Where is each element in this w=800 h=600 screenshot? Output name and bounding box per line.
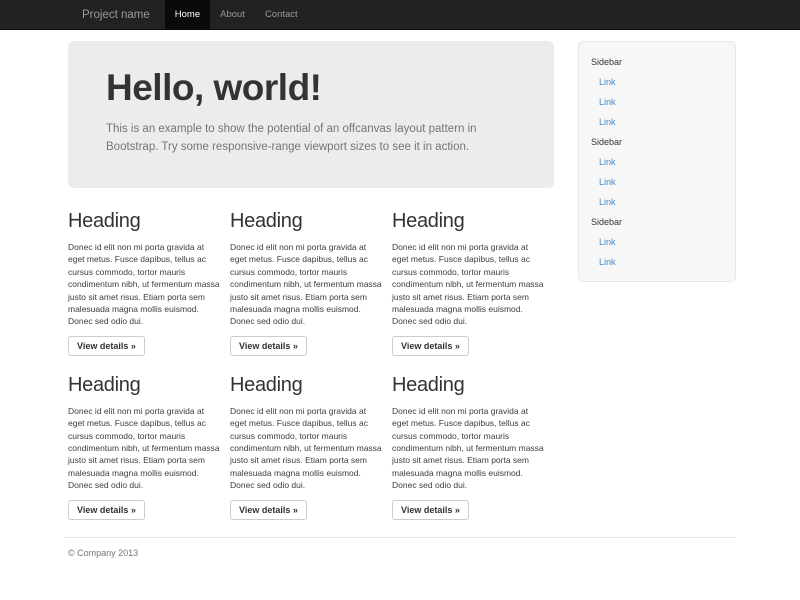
card: Heading Donec id elit non mi porta gravi… <box>68 374 230 520</box>
page-container: Hello, world! This is an example to show… <box>64 41 736 558</box>
navbar-nav: Home About Contact <box>165 0 308 29</box>
card-body-text: Donec id elit non mi porta gravida at eg… <box>392 405 544 492</box>
card: Heading Donec id elit non mi porta gravi… <box>68 210 230 356</box>
view-details-button[interactable]: View details » <box>68 500 145 520</box>
card-heading: Heading <box>392 374 544 397</box>
sidebar-link[interactable]: Link <box>591 112 723 132</box>
sidebar-link[interactable]: Link <box>591 72 723 92</box>
cards-row-1: Heading Donec id elit non mi porta gravi… <box>68 210 554 356</box>
card-heading: Heading <box>392 210 544 233</box>
card-body-text: Donec id elit non mi porta gravida at eg… <box>392 241 544 328</box>
sidebar-link[interactable]: Link <box>591 152 723 172</box>
card-body-text: Donec id elit non mi porta gravida at eg… <box>68 241 220 328</box>
card-heading: Heading <box>230 374 382 397</box>
card-heading: Heading <box>230 210 382 233</box>
nav-item-contact[interactable]: Contact <box>255 0 308 29</box>
card: Heading Donec id elit non mi porta gravi… <box>392 210 554 356</box>
sidebar-link[interactable]: Link <box>591 232 723 252</box>
card-body-text: Donec id elit non mi porta gravida at eg… <box>68 405 220 492</box>
content-row: Hello, world! This is an example to show… <box>64 41 736 520</box>
card-body-text: Donec id elit non mi porta gravida at eg… <box>230 241 382 328</box>
page-title: Hello, world! <box>106 67 516 109</box>
sidebar-link[interactable]: Link <box>591 92 723 112</box>
nav-item-about[interactable]: About <box>210 0 255 29</box>
cards-row-2: Heading Donec id elit non mi porta gravi… <box>68 374 554 520</box>
sidebar-heading: Sidebar <box>591 132 723 152</box>
sidebar-link[interactable]: Link <box>591 172 723 192</box>
view-details-button[interactable]: View details » <box>392 500 469 520</box>
nav-item-home[interactable]: Home <box>165 0 210 29</box>
sidebar-link[interactable]: Link <box>591 252 723 272</box>
card-heading: Heading <box>68 210 220 233</box>
card: Heading Donec id elit non mi porta gravi… <box>392 374 554 520</box>
view-details-button[interactable]: View details » <box>230 500 307 520</box>
sidebar-heading: Sidebar <box>591 52 723 72</box>
sidebar-link[interactable]: Link <box>591 192 723 212</box>
view-details-button[interactable]: View details » <box>68 336 145 356</box>
jumbotron: Hello, world! This is an example to show… <box>68 41 554 188</box>
card-heading: Heading <box>68 374 220 397</box>
copyright-text: © Company 2013 <box>68 548 732 558</box>
view-details-button[interactable]: View details » <box>230 336 307 356</box>
card: Heading Donec id elit non mi porta gravi… <box>230 374 392 520</box>
sidebar-heading: Sidebar <box>591 212 723 232</box>
main-column: Hello, world! This is an example to show… <box>64 41 568 520</box>
sidebar-column: Sidebar Link Link Link Sidebar Link Link… <box>568 41 736 520</box>
page-subtitle: This is an example to show the potential… <box>106 120 501 156</box>
card-body-text: Donec id elit non mi porta gravida at eg… <box>230 405 382 492</box>
navbar-brand[interactable]: Project name <box>67 0 165 29</box>
navbar: Project name Home About Contact <box>0 0 800 30</box>
view-details-button[interactable]: View details » <box>392 336 469 356</box>
card: Heading Donec id elit non mi porta gravi… <box>230 210 392 356</box>
footer: © Company 2013 <box>64 537 736 558</box>
sidebar: Sidebar Link Link Link Sidebar Link Link… <box>578 41 736 282</box>
